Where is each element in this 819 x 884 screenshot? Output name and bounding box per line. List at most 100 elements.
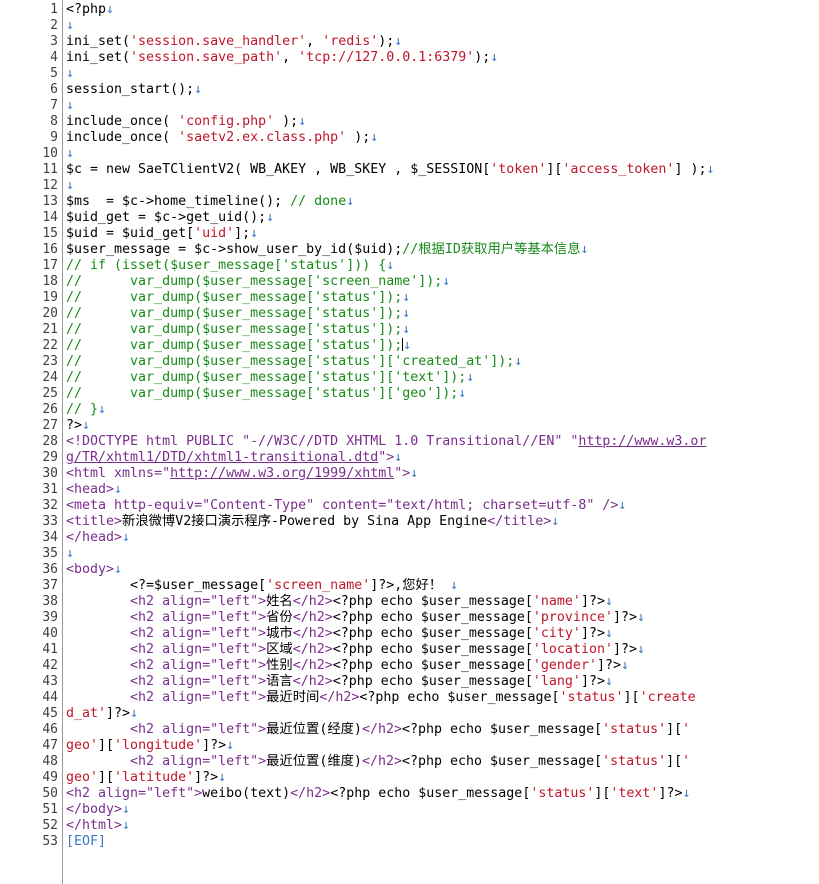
- code-text[interactable]: <h2 align="left">最近位置(经度)</h2><?php echo…: [66, 722, 690, 738]
- code-text[interactable]: <h2 align="left">最近位置(维度)</h2><?php echo…: [66, 754, 690, 770]
- code-line[interactable]: 21 // var_dump($user_message['status']);↓: [0, 322, 819, 338]
- code-text[interactable]: d_at']?>↓: [66, 706, 138, 722]
- code-text[interactable]: g/TR/xhtml1/DTD/xhtml1-transitional.dtd"…: [66, 450, 402, 466]
- code-text[interactable]: </head>↓: [66, 530, 130, 546]
- code-line[interactable]: 8 include_once( 'config.php' );↓: [0, 114, 819, 130]
- code-text[interactable]: <h2 align="left">最近时间</h2><?php echo $us…: [66, 690, 696, 706]
- code-line[interactable]: 14 $uid_get = $c->get_uid();↓: [0, 210, 819, 226]
- code-text[interactable]: </html>↓: [66, 818, 130, 834]
- code-text[interactable]: <head>↓: [66, 482, 122, 498]
- code-text[interactable]: include_once( 'config.php' );↓: [66, 114, 306, 130]
- code-text[interactable]: // var_dump($user_message['status']['cre…: [66, 354, 522, 370]
- code-text[interactable]: <h2 align="left">姓名</h2><?php echo $user…: [66, 594, 613, 610]
- code-line[interactable]: 4 ini_set('session.save_path', 'tcp://127…: [0, 50, 819, 66]
- code-text[interactable]: </body>↓: [66, 802, 130, 818]
- code-text[interactable]: <html xmlns="http://www.w3.org/1999/xhtm…: [66, 466, 418, 482]
- code-text[interactable]: // }↓: [66, 402, 106, 418]
- code-line[interactable]: 12 ↓: [0, 178, 819, 194]
- code-text[interactable]: <h2 align="left">语言</h2><?php echo $user…: [66, 674, 613, 690]
- code-line[interactable]: 52 </html>↓: [0, 818, 819, 834]
- code-text[interactable]: ↓: [66, 98, 74, 114]
- code-text[interactable]: geo']['longitude']?>↓: [66, 738, 234, 754]
- code-line[interactable]: 24 // var_dump($user_message['status']['t…: [0, 370, 819, 386]
- code-text[interactable]: <?=$user_message['screen_name']?>,您好！ ↓: [66, 578, 458, 594]
- code-line[interactable]: 7 ↓: [0, 98, 819, 114]
- code-line[interactable]: 22 // var_dump($user_message['status']);↓: [0, 338, 819, 354]
- code-line[interactable]: 13 $ms = $c->home_timeline(); // done↓: [0, 194, 819, 210]
- code-text[interactable]: // var_dump($user_message['status']);↓: [66, 338, 411, 354]
- code-text[interactable]: $c = new SaeTClientV2( WB_AKEY , WB_SKEY…: [66, 162, 714, 178]
- code-line[interactable]: 41 <h2 align="left">区域</h2><?php echo $u…: [0, 642, 819, 658]
- code-text[interactable]: geo']['latitude']?>↓: [66, 770, 226, 786]
- code-line[interactable]: 6 session_start();↓: [0, 82, 819, 98]
- code-line[interactable]: 28 <!DOCTYPE html PUBLIC "-//W3C//DTD XHT…: [0, 434, 819, 450]
- code-line[interactable]: 26 // }↓: [0, 402, 819, 418]
- code-line[interactable]: 15 $uid = $uid_get['uid'];↓: [0, 226, 819, 242]
- code-text[interactable]: <h2 align="left">weibo(text)</h2><?php e…: [66, 786, 690, 802]
- code-line[interactable]: 23 // var_dump($user_message['status']['c…: [0, 354, 819, 370]
- code-line[interactable]: 49 geo']['latitude']?>↓: [0, 770, 819, 786]
- code-line[interactable]: 9 include_once( 'saetv2.ex.class.php' );↓: [0, 130, 819, 146]
- code-line[interactable]: 40 <h2 align="left">城市</h2><?php echo $u…: [0, 626, 819, 642]
- code-text[interactable]: // var_dump($user_message['status']['geo…: [66, 386, 466, 402]
- code-line[interactable]: 3 ini_set('session.save_handler', 'redis'…: [0, 34, 819, 50]
- code-line[interactable]: 43 <h2 align="left">语言</h2><?php echo $u…: [0, 674, 819, 690]
- code-text[interactable]: <h2 align="left">省份</h2><?php echo $user…: [66, 610, 645, 626]
- code-text[interactable]: <!DOCTYPE html PUBLIC "-//W3C//DTD XHTML…: [66, 434, 706, 450]
- code-text[interactable]: <title>新浪微博V2接口演示程序-Powered by Sina App …: [66, 514, 559, 530]
- code-line[interactable]: 19 // var_dump($user_message['status']);↓: [0, 290, 819, 306]
- code-text[interactable]: <h2 align="left">性别</h2><?php echo $user…: [66, 658, 629, 674]
- code-line[interactable]: 29 g/TR/xhtml1/DTD/xhtml1-transitional.dt…: [0, 450, 819, 466]
- code-text[interactable]: <h2 align="left">区域</h2><?php echo $user…: [66, 642, 645, 658]
- code-lines[interactable]: 1 <?php↓ 2 ↓ 3 ini_set('session.save_handler'…: [0, 2, 819, 850]
- code-line[interactable]: 2 ↓: [0, 18, 819, 34]
- code-text[interactable]: [EOF]: [66, 834, 106, 850]
- code-line[interactable]: 33 <title>新浪微博V2接口演示程序-Powered by Sina Ap…: [0, 514, 819, 530]
- code-line[interactable]: 34 </head>↓: [0, 530, 819, 546]
- code-editor[interactable]: 1 <?php↓ 2 ↓ 3 ini_set('session.save_handler'…: [0, 0, 819, 884]
- code-line[interactable]: 5 ↓: [0, 66, 819, 82]
- code-text[interactable]: <body>↓: [66, 562, 122, 578]
- code-text[interactable]: ↓: [66, 66, 74, 82]
- code-text[interactable]: <h2 align="left">城市</h2><?php echo $user…: [66, 626, 613, 642]
- code-line[interactable]: 51 </body>↓: [0, 802, 819, 818]
- code-line[interactable]: 46 <h2 align="left">最近位置(经度)</h2><?php e…: [0, 722, 819, 738]
- code-text[interactable]: ini_set('session.save_path', 'tcp://127.…: [66, 50, 498, 66]
- code-line[interactable]: 44 <h2 align="left">最近时间</h2><?php echo …: [0, 690, 819, 706]
- code-line[interactable]: 38 <h2 align="left">姓名</h2><?php echo $u…: [0, 594, 819, 610]
- code-line[interactable]: 48 <h2 align="left">最近位置(维度)</h2><?php e…: [0, 754, 819, 770]
- code-line[interactable]: 39 <h2 align="left">省份</h2><?php echo $u…: [0, 610, 819, 626]
- code-line[interactable]: 50 <h2 align="left">weibo(text)</h2><?php…: [0, 786, 819, 802]
- code-line[interactable]: 1 <?php↓: [0, 2, 819, 18]
- code-text[interactable]: ↓: [66, 18, 74, 34]
- code-line[interactable]: 35 ↓: [0, 546, 819, 562]
- code-text[interactable]: // var_dump($user_message['screen_name']…: [66, 274, 450, 290]
- code-line[interactable]: 11 $c = new SaeTClientV2( WB_AKEY , WB_SK…: [0, 162, 819, 178]
- code-text[interactable]: session_start();↓: [66, 82, 202, 98]
- code-text[interactable]: <meta http-equiv="Content-Type" content=…: [66, 498, 626, 514]
- code-text[interactable]: <?php↓: [66, 2, 114, 18]
- code-line[interactable]: 36 <body>↓: [0, 562, 819, 578]
- code-line[interactable]: 25 // var_dump($user_message['status']['g…: [0, 386, 819, 402]
- code-text[interactable]: ?>↓: [66, 418, 90, 434]
- code-line[interactable]: 42 <h2 align="left">性别</h2><?php echo $u…: [0, 658, 819, 674]
- code-text[interactable]: $uid = $uid_get['uid'];↓: [66, 226, 258, 242]
- code-text[interactable]: ↓: [66, 546, 74, 562]
- code-text[interactable]: ↓: [66, 146, 74, 162]
- code-text[interactable]: include_once( 'saetv2.ex.class.php' );↓: [66, 130, 378, 146]
- code-line[interactable]: 31 <head>↓: [0, 482, 819, 498]
- code-line[interactable]: 20 // var_dump($user_message['status']);↓: [0, 306, 819, 322]
- code-line[interactable]: 10 ↓: [0, 146, 819, 162]
- code-text[interactable]: ini_set('session.save_handler', 'redis')…: [66, 34, 402, 50]
- code-line[interactable]: 45 d_at']?>↓: [0, 706, 819, 722]
- code-line[interactable]: 16 $user_message = $c->show_user_by_id($u…: [0, 242, 819, 258]
- code-text[interactable]: // var_dump($user_message['status']['tex…: [66, 370, 474, 386]
- code-text[interactable]: $uid_get = $c->get_uid();↓: [66, 210, 274, 226]
- code-line[interactable]: 18 // var_dump($user_message['screen_name…: [0, 274, 819, 290]
- code-line[interactable]: 53 [EOF]: [0, 834, 819, 850]
- code-text[interactable]: $user_message = $c->show_user_by_id($uid…: [66, 242, 589, 258]
- code-line[interactable]: 47 geo']['longitude']?>↓: [0, 738, 819, 754]
- code-line[interactable]: 30 <html xmlns="http://www.w3.org/1999/xh…: [0, 466, 819, 482]
- code-line[interactable]: 27 ?>↓: [0, 418, 819, 434]
- code-text[interactable]: // if (isset($user_message['status'])) {…: [66, 258, 394, 274]
